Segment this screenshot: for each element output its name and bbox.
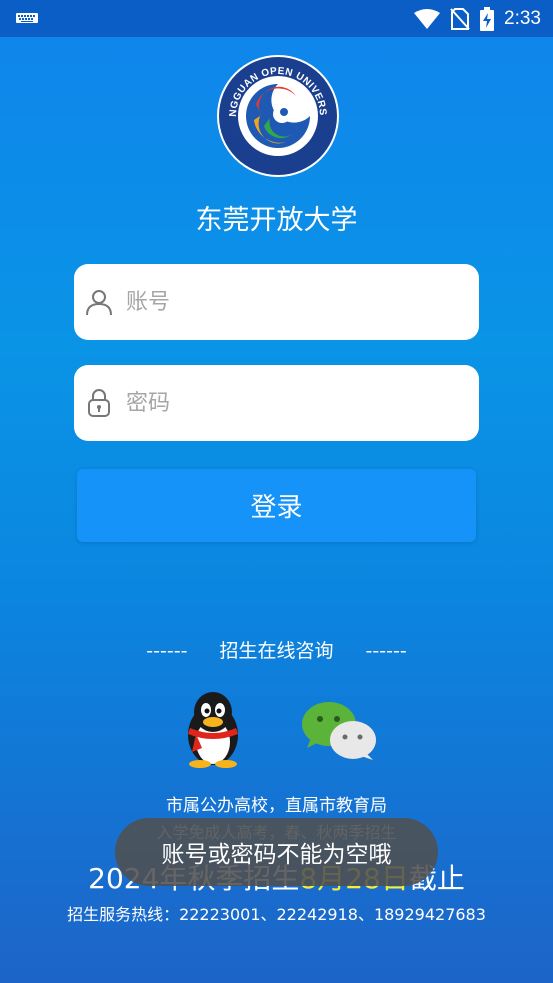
password-input[interactable] <box>124 389 458 417</box>
login-button[interactable]: 登录 <box>77 469 476 542</box>
no-sim-icon <box>450 7 470 30</box>
university-logo: DONGGUAN OPEN UNIVERSITY 东莞开放大学 <box>216 54 339 177</box>
toast-message: 账号或密码不能为空哦 <box>115 818 438 886</box>
qq-penguin-icon[interactable] <box>180 690 246 768</box>
password-field[interactable] <box>74 365 479 441</box>
battery-charging-icon <box>480 6 495 31</box>
account-input[interactable] <box>124 288 458 316</box>
account-field[interactable] <box>74 264 479 340</box>
school-name: 东莞开放大学 <box>195 205 358 236</box>
hotline: 招生服务热线：22223001、22242918、18929427683 <box>67 905 486 924</box>
info-line-1: 市属公办高校，直属市教育局 <box>166 796 387 816</box>
consult-header: ------ 招生在线咨询 ------ <box>0 636 553 663</box>
consult-dashes-left: ------ <box>146 640 188 662</box>
wifi-icon <box>414 8 441 29</box>
lock-icon <box>88 389 110 417</box>
consult-dashes-right: ------ <box>365 640 407 662</box>
keyboard-icon <box>16 13 38 23</box>
user-icon <box>86 290 112 316</box>
wechat-icon[interactable] <box>301 700 377 760</box>
status-time: 2:33 <box>504 7 541 29</box>
status-bar: 2:33 <box>0 0 553 37</box>
consult-title: 招生在线咨询 <box>219 640 334 662</box>
